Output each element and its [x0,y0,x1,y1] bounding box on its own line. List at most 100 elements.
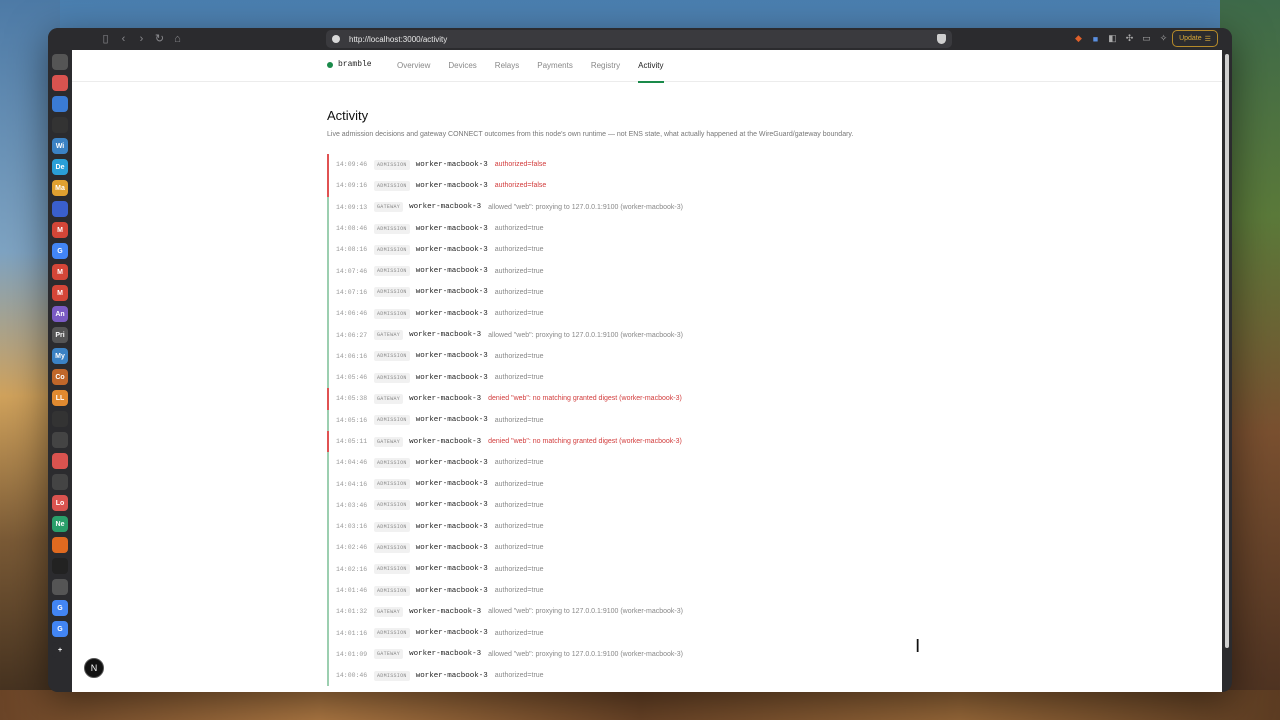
google-icon[interactable]: G [52,243,68,259]
event-message: denied "web": no matching granted digest… [488,438,682,445]
event-message: authorized=true [494,225,544,233]
extension-icon[interactable]: ◆ [1072,32,1085,45]
my-icon[interactable]: My [52,348,68,364]
event-kind-badge: ADMISSION [374,415,410,426]
nav-link-activity[interactable]: Activity [638,50,664,83]
github-icon[interactable] [52,117,68,133]
ll-icon[interactable]: LL [52,390,68,406]
event-kind-badge: ADMISSION [374,479,410,490]
sidebar-toggle-icon[interactable]: ▯ [98,31,113,46]
reload-icon[interactable]: ↻ [152,31,167,46]
event-node: worker-macbook-3 [415,458,488,467]
url-text[interactable]: http://localhost:3000/activity [349,35,447,44]
event-time: 14:03:46 [336,501,368,509]
ne-icon[interactable]: Ne [52,516,68,532]
shield-icon[interactable] [937,34,946,44]
event-kind-badge: ADMISSION [374,564,410,575]
wand-icon[interactable]: ✧ [1157,32,1170,45]
activity-row: 14:09:13 GATEWAY worker-macbook-3 allowed "… [327,196,1007,218]
nav-link-payments[interactable]: Payments [537,50,573,82]
event-kind-badge: ADMISSION [374,159,410,170]
extension-icon[interactable]: ■ [1089,32,1102,45]
forward-icon[interactable]: › [134,31,149,46]
back-icon[interactable]: ‹ [116,31,131,46]
extension-icon[interactable]: ◧ [1106,32,1119,45]
lo-icon[interactable]: Lo [52,495,68,511]
triangle-icon[interactable] [52,558,68,574]
nav-link-registry[interactable]: Registry [591,50,620,82]
activity-row: 14:05:16 ADMISSION worker-macbook-3 authori… [327,409,1007,431]
event-kind-badge: GATEWAY [374,436,404,447]
event-time: 14:09:46 [336,161,368,169]
event-node: worker-macbook-3 [409,394,482,403]
an-icon[interactable]: An [52,306,68,322]
bird-icon[interactable] [52,411,68,427]
brand[interactable]: bramble [327,60,372,69]
plus-icon[interactable]: + [52,642,68,658]
event-node: worker-macbook-3 [415,160,488,169]
spark-icon[interactable] [52,75,68,91]
chat-icon[interactable] [52,474,68,490]
event-node: worker-macbook-3 [415,501,488,510]
event-node: worker-macbook-3 [415,288,488,297]
dev-indicator-badge[interactable]: N [84,658,104,678]
event-time: 14:07:16 [336,288,368,296]
pri-icon[interactable]: Pri [52,327,68,343]
event-message: allowed "web": proxying to 127.0.0.1:910… [488,650,683,658]
event-node: worker-macbook-3 [415,352,488,361]
activity-row: 14:07:16 ADMISSION worker-macbook-3 authori… [327,281,1007,304]
camera-icon[interactable] [52,432,68,448]
event-node: worker-macbook-3 [415,224,488,233]
event-node: worker-macbook-3 [415,416,488,425]
event-node: worker-macbook-3 [415,586,488,595]
event-time: 14:08:46 [336,225,368,233]
menu-icon: ☰ [1204,35,1211,43]
dev-icon[interactable]: De [52,159,68,175]
activity-row: 14:00:46 ADMISSION worker-macbook-3 authori… [327,665,1007,687]
page-subtitle: Live admission decisions and gateway CON… [327,131,854,138]
co-icon[interactable]: Co [52,369,68,385]
wallpaper-bottom [0,690,1280,720]
nav-link-relays[interactable]: Relays [495,50,519,82]
wiki-icon[interactable]: Wi [52,138,68,154]
event-node: worker-macbook-3 [409,437,482,446]
scrollbar-thumb[interactable] [1225,54,1229,648]
activity-row: 14:07:46 ADMISSION worker-macbook-3 authori… [327,260,1007,282]
nav-link-devices[interactable]: Devices [448,50,476,82]
event-time: 14:09:16 [336,182,368,190]
event-time: 14:05:16 [336,416,368,424]
address-bar[interactable]: http://localhost:3000/activity [326,30,952,48]
home-icon[interactable]: ⌂ [170,31,185,46]
event-time: 14:01:32 [336,608,368,616]
site-info-icon[interactable] [332,35,340,43]
asterisk-icon[interactable] [52,453,68,469]
event-message: authorized=true [494,501,544,509]
puzzle-icon[interactable]: ✣ [1123,32,1136,45]
clock-icon[interactable] [52,579,68,595]
gmail-icon[interactable]: M [52,285,68,301]
event-time: 14:08:16 [336,246,368,254]
google-icon[interactable]: G [52,621,68,637]
event-kind-badge: ADMISSION [374,585,410,596]
activity-row: 14:05:46 ADMISSION worker-macbook-3 authori… [327,366,1007,389]
gmail-icon[interactable]: M [52,264,68,280]
update-button[interactable]: Update ☰ [1172,30,1218,47]
nav-controls: ▯ ‹ › ↻ ⌂ [98,31,185,46]
ma-icon[interactable]: Ma [52,180,68,196]
activity-row: 14:02:46 ADMISSION worker-macbook-3 authori… [327,537,1007,559]
event-message: authorized=true [494,587,544,595]
event-message: authorized=true [494,459,544,467]
scrollbar[interactable] [1224,50,1230,650]
event-message: authorized=true [494,374,544,382]
hex-icon[interactable] [52,537,68,553]
window-icon[interactable]: ▭ [1140,32,1153,45]
text-cursor-icon: Ⅰ [915,636,921,657]
globe-icon[interactable] [52,201,68,217]
gmail-icon[interactable]: M [52,222,68,238]
event-kind-badge: GATEWAY [374,330,404,341]
star-icon[interactable] [52,96,68,112]
google-icon[interactable]: G [52,600,68,616]
nav-link-overview[interactable]: Overview [397,50,430,82]
event-kind-badge: ADMISSION [374,457,410,468]
settings-icon[interactable] [52,54,68,70]
